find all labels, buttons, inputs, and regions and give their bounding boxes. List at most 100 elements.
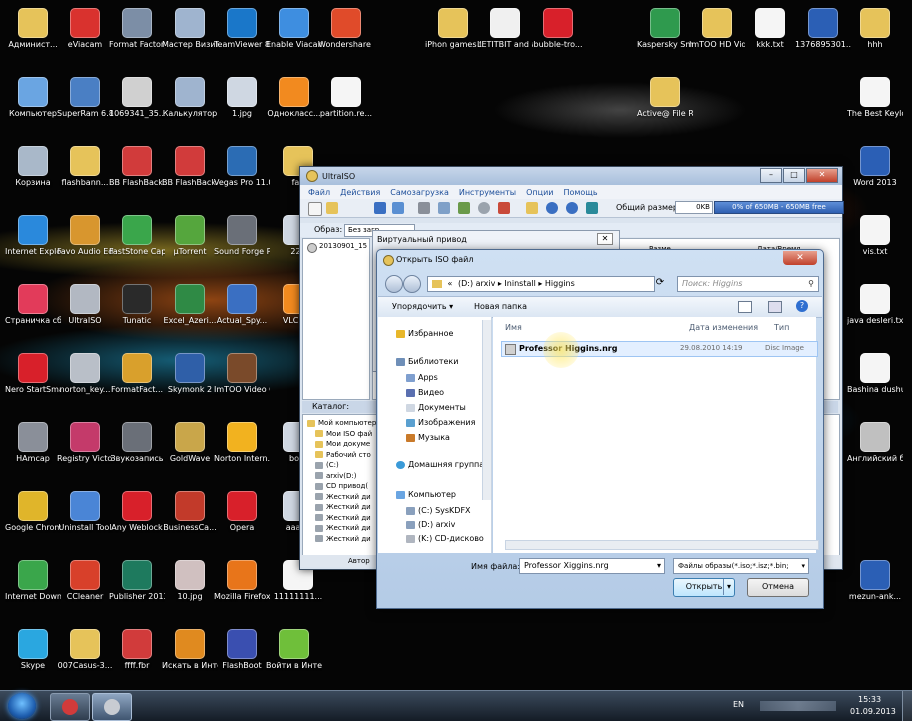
desktop-icon[interactable]: partition.re... (318, 77, 374, 119)
image-tree-panel[interactable]: 20130901_15 (302, 238, 370, 400)
catalog-tree-item[interactable]: (C:) (315, 461, 339, 469)
desktop-icon[interactable]: Tunatic (109, 284, 165, 326)
open-button[interactable]: Открыть ▾ (673, 578, 735, 597)
catalog-tree-item[interactable]: Жесткий ди (315, 535, 371, 543)
desktop-icon[interactable]: Компьютер (5, 77, 61, 119)
file-list[interactable]: Имя Дата изменения Тип Professor Higgins… (493, 317, 818, 553)
nav-homegroup[interactable]: Домашняя группа (396, 460, 484, 469)
catalog-tree-item[interactable]: Жесткий ди (315, 503, 371, 511)
save-icon[interactable] (374, 202, 386, 214)
back-button[interactable] (385, 275, 403, 293)
nav-library-item[interactable]: Видео (406, 388, 444, 397)
nav-scrollbar[interactable] (482, 320, 491, 500)
desktop-icon[interactable]: BusinessCa... (162, 491, 218, 533)
desktop-icon[interactable]: ImTOO Video C... (214, 353, 270, 395)
nav-drive-item[interactable]: (K:) CD-дисково (406, 534, 484, 543)
new-folder-button[interactable]: Новая папка (474, 302, 527, 311)
desktop-icon[interactable]: Английский без акцента (847, 422, 903, 464)
desktop-icon[interactable]: 007Casus-3... (57, 629, 113, 671)
desktop-icon[interactable]: ffff.fbr (109, 629, 165, 671)
desktop-icon[interactable]: CCleaner (57, 560, 113, 602)
desktop-icon[interactable]: Админист... (5, 8, 61, 50)
desktop-icon[interactable]: BB FlashBack Pro 4 Recor... (109, 146, 165, 188)
extract-icon[interactable] (418, 202, 430, 214)
start-button[interactable] (8, 693, 36, 719)
address-bar[interactable]: « (D:) arxiv ▸ Ininstall ▸ Higgins (427, 276, 655, 292)
desktop-icon[interactable]: BB FlashBack Pro 4 Player (162, 146, 218, 188)
catalog-tree-item[interactable]: Жесткий ди (315, 524, 371, 532)
breadcrumb-higgins[interactable]: Higgins (545, 279, 575, 288)
language-indicator[interactable]: EN (733, 700, 744, 709)
desktop-icon[interactable]: Bashina dushub das... (847, 353, 903, 395)
close-button[interactable]: ✕ (806, 168, 838, 183)
desktop-icon[interactable]: Искать в Интернете (162, 629, 218, 671)
desktop-icon[interactable]: eViacam (57, 8, 113, 50)
clock-time[interactable]: 15:33 (858, 695, 881, 704)
catalog-tree-item[interactable]: Рабочий сто (315, 451, 371, 459)
open-iso-dialog[interactable]: Открыть ISO файл ✕ « (D:) arxiv ▸ Ininst… (376, 249, 824, 609)
desktop-icon[interactable]: UltraISO (57, 284, 113, 326)
cancel-button[interactable]: Отмена (747, 578, 809, 597)
burn-icon[interactable] (478, 202, 490, 214)
catalog-tree-item[interactable]: Жесткий ди (315, 514, 371, 522)
desktop-icon[interactable]: 1376895301... (795, 8, 851, 50)
desktop-icon[interactable]: vis.txt (847, 215, 903, 257)
help-icon[interactable] (566, 202, 578, 214)
forward-button[interactable] (403, 275, 421, 293)
menu-file[interactable]: Файл (308, 188, 330, 197)
mount-icon[interactable] (498, 202, 510, 214)
desktop-icon[interactable]: TeamViewer 8 (214, 8, 270, 50)
info-icon[interactable] (546, 202, 558, 214)
desktop-icon[interactable]: Enable Viacam v1.... (266, 8, 322, 50)
desktop-icon[interactable]: norton_key... (57, 353, 113, 395)
desktop-icon[interactable]: Vegas Pro 11.0 (214, 146, 270, 188)
desktop-icon[interactable]: 10.jpg (162, 560, 218, 602)
desktop-icon[interactable]: kkk.txt (742, 8, 798, 50)
filetype-select[interactable]: Файлы образы(*.iso;*.isz;*.bin; ▾ (673, 558, 809, 574)
view-icon[interactable] (738, 301, 752, 313)
desktop-icon[interactable]: µTorrent (162, 215, 218, 257)
desktop-icon[interactable]: Mozilla Firefox (214, 560, 270, 602)
desktop-icon[interactable]: Корзина (5, 146, 61, 188)
desktop-icon[interactable]: Word 2013 (847, 146, 903, 188)
desktop-icon[interactable]: Nero StartSmart (5, 353, 61, 395)
search-input[interactable]: Поиск: Higgins ⚲ (677, 276, 819, 292)
nav-library-item[interactable]: Музыка (406, 433, 450, 442)
nav-library-item[interactable]: Изображения (406, 418, 475, 427)
desktop-icon[interactable]: GoldWave (162, 422, 218, 464)
desktop-icon[interactable]: Калькулятор (162, 77, 218, 119)
desktop-icon[interactable]: Skype (5, 629, 61, 671)
image-tree-item[interactable]: 20130901_15 (319, 242, 367, 250)
hscrollbar[interactable] (505, 540, 819, 550)
desktop-icon[interactable]: SuperRam 6.8.12.2013... (57, 77, 113, 119)
desktop-icon[interactable]: Звукозапись (109, 422, 165, 464)
menu-help[interactable]: Помощь (563, 188, 597, 197)
dialog-close-button[interactable]: ✕ (783, 251, 817, 265)
tray-icons[interactable] (760, 701, 836, 711)
breadcrumb-ininstall[interactable]: Ininstall (504, 279, 535, 288)
catalog-tree-item[interactable]: arxiv(D:) (315, 472, 356, 480)
desktop-icon[interactable]: Format Factory (109, 8, 165, 50)
col-type[interactable]: Тип (774, 323, 789, 332)
preview-pane-icon[interactable] (768, 301, 782, 313)
maximize-button[interactable]: □ (783, 168, 805, 183)
desktop-icon[interactable]: iPhon games for windows (425, 8, 481, 50)
desktop-icon[interactable]: java desleri.txt (847, 284, 903, 326)
desktop-icon[interactable]: Мастер Визиток (162, 8, 218, 50)
desktop-icon[interactable]: mezun-ank... (847, 560, 903, 602)
desktop-icon[interactable]: FlashBoot (214, 629, 270, 671)
desktop-icon[interactable]: Войти в Интернет (266, 629, 322, 671)
dialog-titlebar[interactable]: Открыть ISO файл ✕ (377, 250, 823, 270)
desktop-icon[interactable]: Actual_Spy... (214, 284, 270, 326)
desktop-icon[interactable]: Internet Explorer (5, 215, 61, 257)
desktop-icon[interactable]: Active@ File Recovery ... (637, 77, 693, 119)
help-icon[interactable]: ? (796, 300, 808, 312)
desktop-icon[interactable]: Favo Audio Editor (57, 215, 113, 257)
desktop-icon[interactable]: FormatFact... (109, 353, 165, 395)
refresh-icon[interactable]: ⟳ (653, 276, 667, 290)
menu-actions[interactable]: Действия (340, 188, 380, 197)
desktop-icon[interactable]: Any Weblock (109, 491, 165, 533)
add-folder-icon[interactable] (458, 202, 470, 214)
nav-drive-item[interactable]: (C:) SysKDFX (406, 506, 471, 515)
menu-tools[interactable]: Инструменты (459, 188, 516, 197)
